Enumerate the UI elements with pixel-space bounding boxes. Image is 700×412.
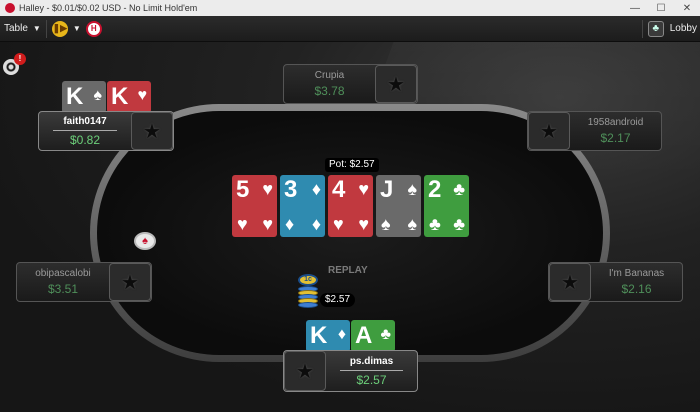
card-rank: K <box>310 322 328 349</box>
play-pause-icon[interactable]: ❚▶ <box>51 20 68 37</box>
heart-icon: ♥ <box>262 179 273 199</box>
window-titlebar: Halley - $0.01/$0.02 USD - No Limit Hold… <box>0 0 700 16</box>
seat-info: Crupia $3.78 <box>284 65 375 103</box>
hole-card: K ♠ <box>62 81 106 113</box>
card-rank: 4 <box>332 176 346 203</box>
toolbar-divider <box>641 19 643 38</box>
app-icon <box>5 3 15 13</box>
avatar: ★ <box>549 263 591 301</box>
club-icon: ♣ <box>429 214 441 234</box>
heart-icon: ♥ <box>333 214 344 234</box>
board-card: 3 ♦ ♦ ♦ <box>280 175 325 237</box>
seat-divider <box>52 129 118 131</box>
heart-icon: ♥ <box>358 214 369 234</box>
player-stack: $2.17 <box>600 131 631 145</box>
avatar: ★ <box>284 351 326 391</box>
chip-icon <box>298 302 318 308</box>
toolbar-divider <box>45 19 47 38</box>
heart-icon: ♥ <box>137 87 148 104</box>
spade-icon: ♠ <box>407 179 417 199</box>
minimize-button[interactable]: — <box>622 3 648 14</box>
player-name: 1958android <box>587 117 644 128</box>
card-rank: K <box>66 83 84 110</box>
seat-divider <box>339 369 404 371</box>
seat-right[interactable]: ★ I'm Bananas $2.16 <box>548 262 683 302</box>
seat-hero[interactable]: ★ ps.dimas $2.57 <box>283 350 418 392</box>
seat-top-left[interactable]: faith0147 $0.82 ★ <box>38 111 174 151</box>
card-rank: 3 <box>284 176 298 203</box>
spade-icon: ♠ <box>407 214 417 234</box>
spade-icon: ♠ <box>381 214 391 234</box>
table-toolbar: Table ▼ ❚▶ ▼ H ♣ Lobby <box>0 16 700 42</box>
avatar: ★ <box>131 112 173 150</box>
player-name: ps.dimas <box>349 355 394 367</box>
chevron-down-icon: ▼ <box>32 24 41 33</box>
lobby-button[interactable]: Lobby <box>670 23 700 34</box>
board-card: 2 ♣ ♣ ♣ <box>424 175 469 237</box>
card-rank: K <box>111 83 129 110</box>
player-name: Crupia <box>314 70 345 81</box>
board-card: 4 ♥ ♥ ♥ <box>328 175 373 237</box>
spade-icon: ♠ <box>93 87 103 104</box>
player-stack: $0.82 <box>69 132 101 147</box>
seat-left[interactable]: obipascalobi $3.51 ★ <box>16 262 152 302</box>
seat-info: I'm Bananas $2.16 <box>591 263 682 301</box>
club-icon: ♣ <box>380 326 392 343</box>
card-rank: 2 <box>428 176 442 203</box>
diamond-icon: ♦ <box>337 326 346 343</box>
pot-total: Pot: $2.57 <box>325 158 379 172</box>
seat-info: ps.dimas $2.57 <box>326 351 417 391</box>
player-name: I'm Bananas <box>608 268 665 279</box>
player-name: faith0147 <box>63 115 107 127</box>
player-stack: $2.57 <box>356 372 387 387</box>
replay-label[interactable]: REPLAY <box>328 265 368 276</box>
notification-indicator[interactable]: ! <box>3 53 26 77</box>
card-rank: 5 <box>236 176 250 203</box>
avatar: ★ <box>109 263 151 301</box>
notification-badge: ! <box>14 53 26 65</box>
heart-icon: ♥ <box>237 214 248 234</box>
seat-info: obipascalobi $3.51 <box>17 263 109 301</box>
heart-icon: ♥ <box>262 214 273 234</box>
seat-top-right[interactable]: ★ 1958android $2.17 <box>527 111 662 151</box>
club-icon: ♣ <box>453 214 465 234</box>
card-rank: J <box>380 176 394 203</box>
diamond-icon: ♦ <box>285 214 295 234</box>
diamond-icon: ♦ <box>311 179 321 199</box>
lobby-icon[interactable]: ♣ <box>647 20 664 37</box>
dealer-button-icon: ♠ <box>134 232 156 250</box>
player-stack: $3.51 <box>47 282 79 296</box>
avatar: ★ <box>528 112 570 150</box>
table-menu-label: Table <box>4 23 28 34</box>
seat-top[interactable]: Crupia $3.78 ★ <box>283 64 418 104</box>
bet-amount: $2.57 <box>320 293 356 307</box>
hole-card: K ♥ <box>107 81 151 113</box>
seat-info: 1958android $2.17 <box>570 112 661 150</box>
hand-history-icon[interactable]: H <box>85 20 102 37</box>
window-title: Halley - $0.01/$0.02 USD - No Limit Hold… <box>19 3 198 13</box>
chip-icon: 1c <box>298 274 318 286</box>
chip-stack-icon: 1c <box>298 274 318 308</box>
card-rank: A <box>355 322 373 349</box>
player-stack: $2.16 <box>621 282 652 296</box>
avatar: ★ <box>375 65 417 103</box>
player-stack: $3.78 <box>314 84 345 98</box>
maximize-button[interactable]: ☐ <box>648 3 674 14</box>
seat-info: faith0147 $0.82 <box>39 112 131 150</box>
board-card: 5 ♥ ♥ ♥ <box>232 175 277 237</box>
board-card: J ♠ ♠ ♠ <box>376 175 421 237</box>
hole-card: A ♣ <box>351 320 395 352</box>
table-menu-button[interactable]: Table ▼ <box>0 23 41 34</box>
hole-card: K ♦ <box>306 320 350 352</box>
chevron-down-icon[interactable]: ▼ <box>73 24 81 33</box>
diamond-icon: ♦ <box>311 214 321 234</box>
player-name: obipascalobi <box>35 268 91 279</box>
heart-icon: ♥ <box>358 179 369 199</box>
club-icon: ♣ <box>453 179 465 199</box>
close-button[interactable]: ✕ <box>674 3 700 14</box>
